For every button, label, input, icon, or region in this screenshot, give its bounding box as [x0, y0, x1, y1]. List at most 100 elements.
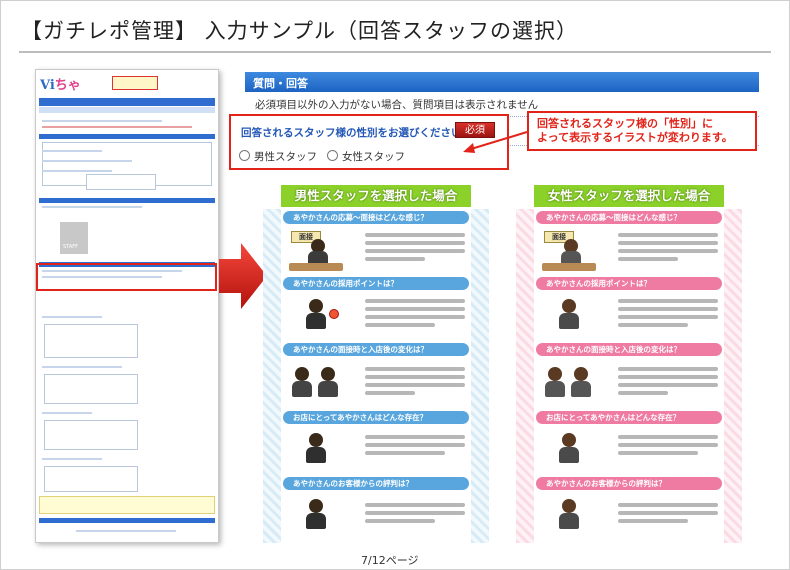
section-heading: お店にとってあやかさんはどんな存在？ [536, 411, 722, 424]
person-body [318, 381, 338, 397]
text-line [618, 315, 718, 319]
text-line [365, 383, 465, 387]
callout-line1: 回答されるスタッフ様の「性別」に [537, 117, 713, 130]
text-line [618, 375, 718, 379]
section-heading: あやかさんのお客様からの評判は？ [536, 477, 722, 490]
male-preview-panel: あやかさんの応募～面接はどんな感じ？ 面接 あやかさんの採用ポイントは？ あやか… [263, 209, 489, 543]
section-heading: あやかさんの採用ポイントは？ [283, 277, 469, 290]
change-illustration [289, 361, 345, 403]
male-column: 男性スタッフを選択した場合 あやかさんの応募～面接はどんな感じ？ 面接 あやかさ… [263, 185, 489, 545]
text-line [365, 307, 465, 311]
title-divider [19, 51, 771, 53]
radio-circle-icon[interactable] [327, 150, 338, 161]
section-heading: あやかさんのお客様からの評判は？ [283, 477, 469, 490]
text-line [618, 503, 718, 507]
text-line [365, 375, 465, 379]
thumb-section-bar [39, 134, 215, 139]
person-hair [309, 299, 323, 313]
text-line [618, 257, 678, 261]
logo-text-b: ちゃ [54, 78, 81, 93]
thumb-text-line [42, 316, 102, 318]
thumb-section-bar [39, 198, 215, 203]
radio-circle-icon[interactable] [239, 150, 250, 161]
text-line [365, 233, 465, 237]
site-logo: Viちゃ [40, 74, 81, 93]
text-line [618, 451, 698, 455]
customer-illustration [542, 495, 598, 537]
person-hair [548, 367, 562, 381]
qa-header: 質問・回答 [245, 72, 759, 92]
thumb-footer-line [76, 530, 176, 532]
person-body [306, 447, 326, 463]
text-line [618, 299, 718, 303]
text-line [365, 241, 465, 245]
female-column-title: 女性スタッフを選択した場合 [534, 185, 724, 207]
person-hair [562, 299, 576, 313]
change-illustration [542, 361, 598, 403]
person-hair [321, 367, 335, 381]
desk [542, 263, 596, 271]
person-body [559, 447, 579, 463]
thumb-text-line [42, 366, 122, 368]
question-label: 回答されるスタッフ様の性別をお選びください [241, 127, 462, 139]
text-line [365, 367, 465, 371]
staff-illustration [542, 295, 598, 337]
section-heading: あやかさんの面接時と入店後の変化は？ [536, 343, 722, 356]
person-hair [562, 499, 576, 513]
text-line [365, 391, 415, 395]
thumb-text-line [42, 170, 112, 172]
thumb-text-line [42, 160, 132, 162]
text-line [618, 367, 718, 371]
person-hair [574, 367, 588, 381]
page-number: 7/12ページ [361, 554, 419, 567]
person-body [306, 513, 326, 529]
female-column: 女性スタッフを選択した場合 あやかさんの応募～面接はどんな感じ？ 面接 あやかさ… [516, 185, 742, 545]
text-line [618, 249, 718, 253]
text-line [618, 391, 668, 395]
header-notice-box [112, 76, 158, 90]
thumb-notice-area [39, 496, 215, 514]
staff-illustration [289, 429, 345, 471]
text-line [618, 519, 688, 523]
text-line [618, 383, 718, 387]
person-body [545, 381, 565, 397]
radio-label: 男性スタッフ [254, 151, 317, 163]
person-body [559, 313, 579, 329]
staff-illustration [542, 429, 598, 471]
person-body [571, 381, 591, 397]
person-hair [562, 433, 576, 447]
slide-title: 【ガチレポ管理】 入力サンプル（回答スタッフの選択） [21, 19, 579, 43]
male-preview-content: あやかさんの応募～面接はどんな感じ？ 面接 あやかさんの採用ポイントは？ あやか… [281, 209, 471, 543]
section-heading: お店にとってあやかさんはどんな存在？ [283, 411, 469, 424]
text-line [618, 241, 718, 245]
person-hair [309, 433, 323, 447]
thumbnail-highlight-frame [36, 263, 217, 291]
section-heading: あやかさんの応募～面接はどんな感じ？ [283, 211, 469, 224]
staff-placeholder-label: STAFF [63, 244, 79, 250]
staff-illustration [289, 295, 345, 337]
female-preview-content: あやかさんの応募～面接はどんな感じ？ 面接 あやかさんの採用ポイントは？ あやか… [534, 209, 724, 543]
text-line [618, 435, 718, 439]
customer-illustration [289, 495, 345, 537]
callout-box: 回答されるスタッフ様の「性別」に よって表示するイラストが変わります。 [527, 111, 757, 151]
thumb-text-line [42, 412, 92, 414]
text-line [365, 299, 465, 303]
radio-male-staff[interactable]: 男性スタッフ [239, 149, 317, 164]
male-column-title: 男性スタッフを選択した場合 [281, 185, 471, 207]
thumbnail-subnav [39, 107, 215, 113]
radio-female-staff[interactable]: 女性スタッフ [327, 149, 405, 164]
qa-note: 必須項目以外の入力がない場合、質問項目は表示されません [255, 99, 539, 111]
interview-illustration: 面接 [542, 229, 598, 271]
interview-illustration: 面接 [289, 229, 345, 271]
thumb-text-line [42, 150, 102, 152]
text-line [365, 511, 465, 515]
text-line [365, 519, 435, 523]
text-line [365, 451, 445, 455]
text-line [618, 443, 718, 447]
thumb-text-line [42, 206, 142, 208]
text-line [365, 435, 465, 439]
thumb-textarea [44, 466, 138, 492]
desk [289, 263, 343, 271]
thumb-text-line [42, 120, 162, 122]
radio-label: 女性スタッフ [342, 151, 405, 163]
